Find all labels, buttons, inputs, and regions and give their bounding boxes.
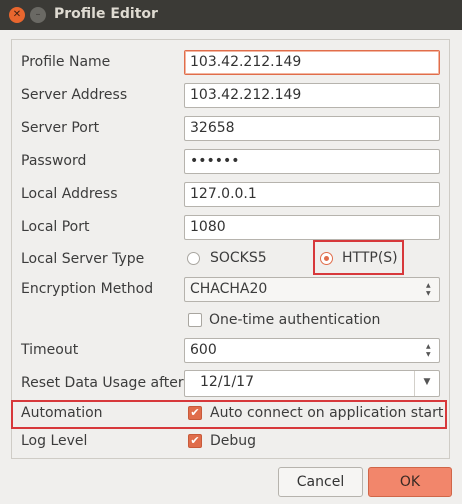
local-address-input[interactable]: 127.0.0.1 <box>184 182 440 207</box>
server-address-label: Server Address <box>21 87 128 103</box>
encryption-method-value: CHACHA20 <box>190 281 268 297</box>
auto-connect-checkbox[interactable]: ✔ <box>188 406 202 420</box>
reset-usage-value: 12/1/17 <box>200 374 254 390</box>
reset-usage-date[interactable]: 12/1/17 ▼ <box>184 370 440 397</box>
cancel-button[interactable]: Cancel <box>278 467 363 497</box>
encryption-method-label: Encryption Method <box>21 281 154 297</box>
local-port-input[interactable]: 1080 <box>184 215 440 240</box>
local-server-type-label: Local Server Type <box>21 251 145 267</box>
encryption-method-select[interactable]: CHACHA20 ▲▼ <box>184 277 440 302</box>
https-label[interactable]: HTTP(S) <box>342 250 398 266</box>
https-radio[interactable] <box>320 252 333 265</box>
timeout-label: Timeout <box>21 342 79 358</box>
debug-checkbox[interactable]: ✔ <box>188 434 202 448</box>
debug-label[interactable]: Debug <box>210 433 256 449</box>
local-port-label: Local Port <box>21 219 90 235</box>
one-time-auth-checkbox[interactable] <box>188 313 202 327</box>
minimize-icon[interactable]: – <box>30 7 46 23</box>
socks5-radio[interactable] <box>187 252 200 265</box>
server-port-label: Server Port <box>21 120 100 136</box>
window-title: Profile Editor <box>54 6 158 22</box>
auto-connect-label[interactable]: Auto connect on application start <box>210 405 443 421</box>
socks5-label[interactable]: SOCKS5 <box>210 250 267 266</box>
password-label: Password <box>21 153 87 169</box>
local-address-label: Local Address <box>21 186 118 202</box>
title-bar: ✕ – Profile Editor <box>0 0 462 30</box>
spin-arrows-icon[interactable]: ▲▼ <box>426 343 435 359</box>
automation-label: Automation <box>21 405 103 421</box>
reset-usage-label: Reset Data Usage after <box>21 375 184 391</box>
server-port-input[interactable]: 32658 <box>184 116 440 141</box>
log-level-label: Log Level <box>21 433 88 449</box>
timeout-spinbox[interactable]: 600 ▲▼ <box>184 338 440 363</box>
updown-icon: ▲▼ <box>426 282 431 297</box>
ok-button[interactable]: OK <box>368 467 452 497</box>
profile-name-input[interactable]: 103.42.212.149 <box>184 50 440 75</box>
chevron-down-icon[interactable]: ▼ <box>414 371 439 396</box>
close-icon[interactable]: ✕ <box>9 7 25 23</box>
one-time-auth-label[interactable]: One-time authentication <box>209 312 380 328</box>
server-address-input[interactable]: 103.42.212.149 <box>184 83 440 108</box>
timeout-value: 600 <box>190 342 217 358</box>
password-input[interactable]: •••••• <box>184 149 440 174</box>
profile-name-label: Profile Name <box>21 54 111 70</box>
